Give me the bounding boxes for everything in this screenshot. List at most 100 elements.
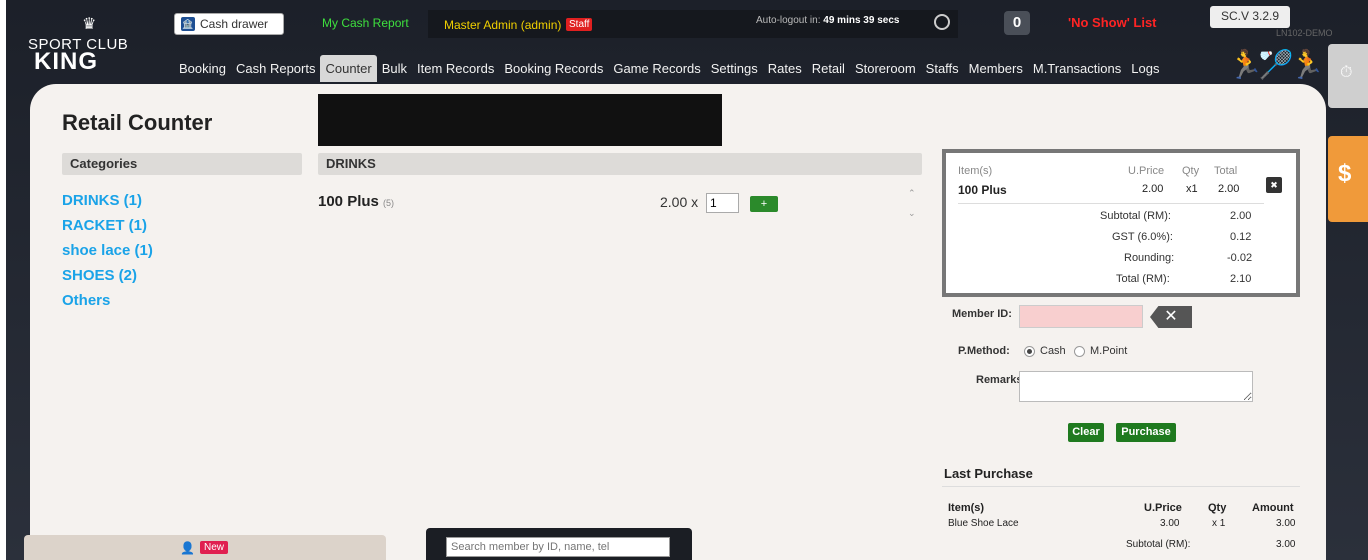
- cart-header-total: Total: [1214, 165, 1238, 177]
- nav-item-bulk[interactable]: Bulk: [377, 55, 412, 82]
- radio-mpoint-label: M.Point: [1090, 345, 1128, 357]
- bank-icon: 🏦: [181, 17, 195, 31]
- clear-member-button[interactable]: ✕: [1150, 306, 1192, 328]
- categories-list: DRINKS (1) RACKET (1) shoe lace (1) SHOES (…: [62, 188, 153, 313]
- cash-drawer-label: Cash drawer: [200, 17, 269, 31]
- auto-logout-label: Auto-logout in:: [756, 15, 821, 26]
- nav-item-m-transactions[interactable]: M.Transactions: [1028, 55, 1126, 82]
- cart-divider: [958, 203, 1264, 204]
- nav-item-rates[interactable]: Rates: [763, 55, 807, 82]
- admin-name: Master Admin (admin): [444, 18, 562, 32]
- auto-logout: Auto-logout in: 49 mins 39 secs: [756, 15, 899, 26]
- nav-item-settings[interactable]: Settings: [706, 55, 763, 82]
- radio-mpoint[interactable]: [1074, 346, 1085, 357]
- cart-header-uprice: U.Price: [1128, 165, 1165, 177]
- product-name[interactable]: 100 Plus (5): [318, 193, 394, 210]
- my-cash-report-link[interactable]: My Cash Report: [322, 16, 409, 30]
- nav-item-booking-records[interactable]: Booking Records: [499, 55, 608, 82]
- category-item[interactable]: shoe lace (1): [62, 238, 153, 263]
- nav-item-retail[interactable]: Retail: [807, 55, 850, 82]
- no-show-list-link[interactable]: 'No Show' List: [1068, 15, 1157, 30]
- clear-button[interactable]: Clear: [1068, 423, 1104, 442]
- lp-item-qty: x 1: [1212, 518, 1226, 529]
- scroll-arrows[interactable]: ⌃ ⌄: [908, 188, 916, 218]
- new-badge: New: [200, 541, 229, 554]
- nav-item-counter[interactable]: Counter: [320, 54, 377, 82]
- sport-figures-icon: 🏃🏸🏃: [1228, 49, 1325, 80]
- rounding-value: -0.02: [1227, 252, 1253, 264]
- nav-item-cash-reports[interactable]: Cash Reports: [231, 55, 320, 82]
- radio-cash[interactable]: [1024, 346, 1035, 357]
- category-item[interactable]: SHOES (2): [62, 263, 153, 288]
- nav-item-members[interactable]: Members: [964, 55, 1028, 82]
- cart-item-qty: x1: [1186, 183, 1198, 195]
- nav-item-storeroom[interactable]: Storeroom: [850, 55, 921, 82]
- side-tab-time[interactable]: ⏱: [1328, 44, 1368, 108]
- subtotal-label: Subtotal (RM):: [1100, 210, 1171, 222]
- product-group-header: DRINKS: [318, 153, 922, 175]
- new-member-tab[interactable]: 👤 New: [24, 535, 386, 560]
- lp-header-item: Item(s): [948, 502, 985, 514]
- product-price: 2.00 x: [660, 194, 699, 210]
- lp-subtotal-value: 3.00: [1276, 539, 1296, 550]
- payment-method-label: P.Method:: [958, 345, 1010, 357]
- category-item[interactable]: RACKET (1): [62, 213, 153, 238]
- category-item[interactable]: DRINKS (1): [62, 188, 153, 213]
- left-border: [0, 0, 6, 560]
- category-item[interactable]: Others: [62, 288, 153, 313]
- lp-item-uprice: 3.00: [1160, 518, 1180, 529]
- user-bar: Master Admin (admin) Staff Auto-logout i…: [428, 10, 958, 38]
- cart-item-name: 100 Plus: [958, 183, 1007, 197]
- dollar-icon: $: [1338, 160, 1352, 187]
- nav-item-staffs[interactable]: Staffs: [921, 55, 964, 82]
- power-icon[interactable]: [934, 14, 950, 30]
- crown-icon: ♛: [82, 16, 97, 33]
- remove-item-button[interactable]: ✖: [1266, 177, 1282, 193]
- logo-line2: KING: [34, 48, 98, 75]
- categories-header: Categories: [62, 153, 302, 175]
- last-purchase-divider: [942, 486, 1300, 487]
- user-icon: 👤: [180, 541, 195, 555]
- rounding-label: Rounding:: [1124, 252, 1175, 264]
- member-id-label: Member ID:: [952, 308, 1012, 320]
- app-window: ♛ SPORT CLUB KING 🏦 Cash drawer My Cash …: [0, 0, 1368, 560]
- radio-cash-label: Cash: [1040, 345, 1066, 357]
- cart-item-total: 2.00: [1218, 183, 1240, 195]
- page-title: Retail Counter: [62, 110, 213, 135]
- lp-item-name: Blue Shoe Lace: [948, 518, 1019, 529]
- clock-icon: ⏱: [1340, 64, 1353, 81]
- remarks-input[interactable]: [1019, 371, 1253, 402]
- cart-header-qty: Qty: [1182, 165, 1200, 177]
- site-label: LN102-DEMO: [1276, 28, 1333, 38]
- last-purchase-title: Last Purchase: [944, 466, 1033, 481]
- product-label: 100 Plus: [318, 193, 379, 210]
- add-to-cart-button[interactable]: +: [750, 196, 778, 212]
- subtotal-value: 2.00: [1230, 210, 1252, 222]
- cash-drawer-button[interactable]: 🏦 Cash drawer: [174, 13, 284, 35]
- nav-item-logs[interactable]: Logs: [1126, 55, 1164, 82]
- member-search-panel: [426, 528, 692, 560]
- cart-header-item: Item(s): [958, 165, 993, 177]
- member-search-input[interactable]: [446, 537, 670, 557]
- total-value: 2.10: [1230, 273, 1252, 285]
- nav-item-game-records[interactable]: Game Records: [608, 55, 705, 82]
- counter-badge[interactable]: 0: [1004, 11, 1030, 35]
- lp-subtotal-label: Subtotal (RM):: [1126, 539, 1191, 550]
- main-nav: Booking Cash Reports Counter Bulk Item Recor…: [174, 54, 1164, 82]
- member-id-input[interactable]: [1019, 305, 1143, 328]
- nav-item-item-records[interactable]: Item Records: [412, 55, 499, 82]
- lp-header-qty: Qty: [1208, 502, 1227, 514]
- lp-item-amount: 3.00: [1276, 518, 1296, 529]
- lp-header-uprice: U.Price: [1144, 502, 1182, 514]
- gst-label: GST (6.0%):: [1112, 231, 1173, 243]
- side-tab-cash[interactable]: $: [1328, 136, 1368, 222]
- staff-badge: Staff: [566, 18, 593, 31]
- logo[interactable]: ♛ SPORT CLUB KING: [28, 14, 138, 75]
- cart-panel: Item(s) U.Price Qty Total 100 Plus 2.00 …: [942, 149, 1300, 297]
- product-stock: (5): [383, 198, 395, 208]
- nav-item-booking[interactable]: Booking: [174, 55, 231, 82]
- purchase-button[interactable]: Purchase: [1116, 423, 1176, 442]
- quantity-input[interactable]: [706, 193, 739, 213]
- version-badge: SC.V 3.2.9: [1210, 6, 1290, 28]
- display-box: [318, 94, 722, 146]
